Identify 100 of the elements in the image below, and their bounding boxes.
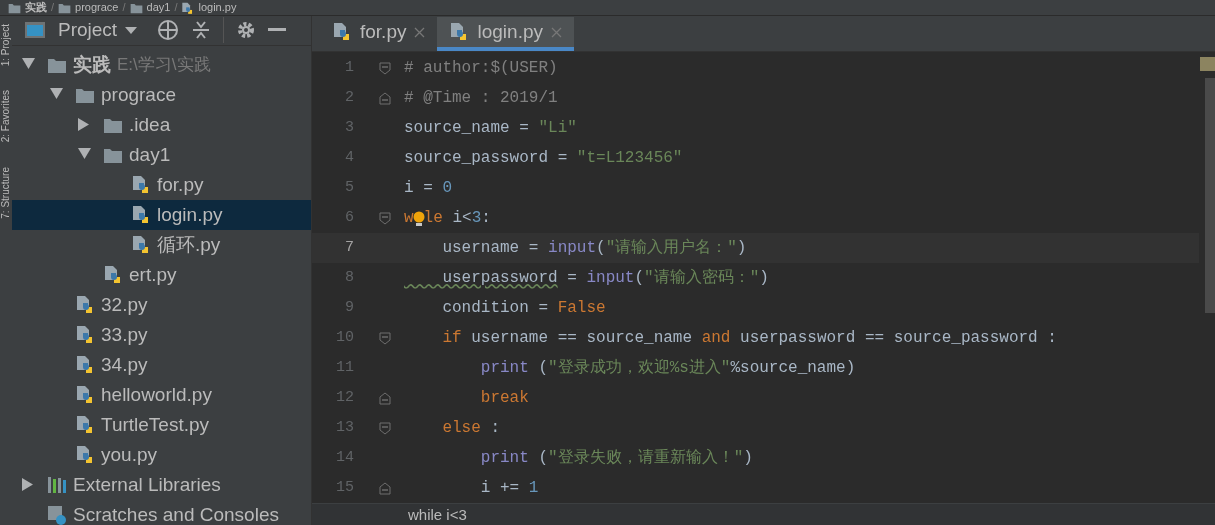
library-icon xyxy=(47,474,67,495)
editor-breadcrumb[interactable]: while i<3 xyxy=(408,507,467,522)
tool-window-tab[interactable]: 7: Structure xyxy=(1,166,11,219)
code-text: source_password = "t=L123456" xyxy=(404,150,683,166)
line-number: 4 xyxy=(344,147,355,168)
tree-item[interactable]: for.py xyxy=(12,169,311,200)
path-separator: / xyxy=(174,2,178,13)
code-text: i = 0 xyxy=(404,180,452,196)
line-number: 5 xyxy=(344,177,355,198)
code-text: print ("登录成功，欢迎%s进入"%source_name) xyxy=(479,360,856,376)
code-text: le i<3: xyxy=(423,210,491,226)
line-number: 14 xyxy=(335,447,355,468)
fold-marker-icon[interactable] xyxy=(379,331,391,345)
fold-marker-icon[interactable] xyxy=(379,91,391,105)
code-text: if username == source_name and userpassword == source_password : xyxy=(441,330,1057,346)
tree-item[interactable]: 实践 E:\学习\实践 xyxy=(12,49,311,80)
code-text: else : xyxy=(441,420,500,436)
tool-window-tab[interactable]: 2: Favorites xyxy=(1,90,11,143)
folder-path: E:\学习\实践 xyxy=(117,56,211,73)
fold-marker-icon[interactable] xyxy=(379,211,391,225)
code-text: i += 1 xyxy=(479,480,539,496)
tree-item[interactable]: TurtleTest.py xyxy=(12,409,311,440)
breadcrumb-item[interactable]: 实践 xyxy=(25,2,47,13)
editor-tab[interactable]: login.py xyxy=(437,17,574,51)
tree-item[interactable]: 循环.py xyxy=(12,229,311,260)
fold-marker-icon[interactable] xyxy=(379,481,391,495)
collapsed-arrow-icon[interactable] xyxy=(22,478,35,491)
settings-icon[interactable] xyxy=(236,20,257,41)
tree-item[interactable]: helloworld.py xyxy=(12,379,311,410)
editor-tab[interactable]: for.py xyxy=(320,17,438,51)
path-separator: / xyxy=(51,2,55,13)
code-text: w xyxy=(404,210,414,226)
project-view-dropdown[interactable]: Project xyxy=(58,16,138,45)
line-number: 13 xyxy=(335,417,355,438)
line-number: 10 xyxy=(335,327,355,348)
code-text: break xyxy=(479,390,529,406)
caret-icon xyxy=(125,26,138,34)
line-number: 15 xyxy=(335,477,355,498)
line-number: 2 xyxy=(344,87,355,108)
line-number: 3 xyxy=(344,117,355,138)
code-text: # author:$(USER) xyxy=(404,60,558,76)
python-file-icon xyxy=(332,22,352,42)
collapsed-arrow-icon[interactable] xyxy=(78,118,91,131)
fold-marker-icon[interactable] xyxy=(379,421,391,435)
folder-icon xyxy=(129,1,143,14)
fold-marker-icon[interactable] xyxy=(379,391,391,405)
line-number: 6 xyxy=(344,207,355,228)
tree-item[interactable]: .idea xyxy=(12,109,311,140)
python-file-icon xyxy=(75,354,95,375)
tree-item[interactable]: 32.py xyxy=(12,289,311,320)
line-number: 11 xyxy=(335,357,355,378)
panel-icon xyxy=(24,21,46,40)
code-text: username = input("请输入用户名：") xyxy=(441,240,747,256)
expanded-arrow-icon[interactable] xyxy=(22,58,35,71)
line-number: 1 xyxy=(344,57,355,78)
python-file-icon xyxy=(131,204,151,225)
python-file-icon xyxy=(181,1,195,14)
minimize-icon[interactable] xyxy=(268,28,287,33)
tool-window-tab[interactable]: 1: Project xyxy=(1,24,11,67)
python-file-icon xyxy=(75,384,95,405)
tree-item[interactable]: day1 xyxy=(12,139,311,170)
python-file-icon xyxy=(131,174,151,195)
python-file-icon xyxy=(103,264,123,285)
close-icon[interactable] xyxy=(414,26,426,38)
fold-marker-icon[interactable] xyxy=(379,61,391,75)
path-separator: / xyxy=(122,2,126,13)
locate-icon[interactable] xyxy=(157,19,180,42)
scrollbar-thumb[interactable] xyxy=(1205,78,1215,313)
code-text: condition = False xyxy=(441,300,606,316)
lightbulb-icon[interactable] xyxy=(412,210,425,226)
python-file-icon xyxy=(75,324,95,345)
code-text: userpassword = input("请输入密码：") xyxy=(441,270,769,286)
folder-icon xyxy=(58,1,72,14)
line-number: 12 xyxy=(335,387,355,408)
folder-icon xyxy=(8,1,21,14)
breadcrumb-item[interactable]: day1 xyxy=(146,2,171,13)
close-icon[interactable] xyxy=(551,26,562,38)
python-file-icon xyxy=(75,294,95,315)
tree-item[interactable]: 33.py xyxy=(12,319,311,350)
code-text: # @Time : 2019/1 xyxy=(404,90,558,106)
expanded-arrow-icon[interactable] xyxy=(78,148,91,161)
tree-item[interactable]: External Libraries xyxy=(12,469,311,500)
line-number: 8 xyxy=(344,267,355,288)
python-file-icon xyxy=(75,444,95,465)
python-file-icon xyxy=(131,234,151,255)
code-text: print ("登录失败，请重新输入！") xyxy=(479,450,753,466)
tree-item[interactable]: 34.py xyxy=(12,349,311,380)
python-file-icon xyxy=(75,414,95,435)
tree-item[interactable]: prograce xyxy=(12,79,311,110)
tree-item[interactable]: ert.py xyxy=(12,259,311,290)
tree-item[interactable]: Scratches and Consoles xyxy=(12,499,311,525)
scratches-icon xyxy=(47,504,67,525)
expanded-arrow-icon[interactable] xyxy=(50,88,63,101)
tree-item[interactable]: login.py xyxy=(12,199,311,230)
line-number: 9 xyxy=(344,297,355,318)
tree-item[interactable]: you.py xyxy=(12,439,311,470)
breadcrumb-item[interactable]: login.py xyxy=(198,2,237,13)
breadcrumb-item[interactable]: prograce xyxy=(75,2,119,13)
code-text: source_name = "Li" xyxy=(404,120,577,136)
line-number: 7 xyxy=(344,237,355,258)
